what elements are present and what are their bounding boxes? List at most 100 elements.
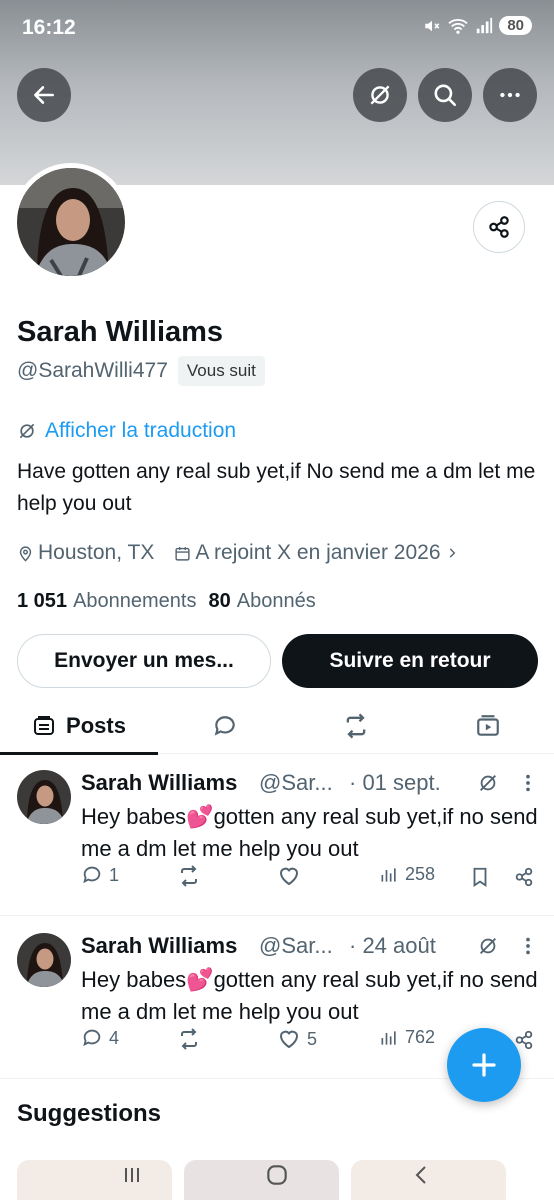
chevron-right-icon — [449, 548, 455, 558]
post-author-name: Sarah Williams — [81, 770, 238, 795]
search-icon — [434, 84, 457, 107]
home-icon[interactable] — [264, 1162, 290, 1188]
reply-icon — [83, 866, 101, 884]
profile-name: Sarah Williams — [17, 316, 224, 348]
followers-label: Abonnés — [236, 590, 316, 612]
profile-avatar[interactable] — [12, 163, 130, 281]
post-actions: 1 258 — [81, 864, 541, 892]
no-translate-icon[interactable] — [477, 935, 499, 957]
translate-link[interactable]: Afficher la traduction — [17, 419, 236, 443]
views-count: 258 — [405, 864, 436, 884]
views-icon — [381, 867, 396, 882]
like-button[interactable]: 5 — [277, 1027, 317, 1051]
status-icons: 80 — [423, 16, 532, 35]
views-button[interactable]: 762 — [379, 1027, 435, 1048]
followers-stat[interactable]: 80 Abonnés — [208, 590, 315, 613]
no-translate-icon — [19, 423, 35, 439]
repost-button[interactable] — [177, 864, 207, 888]
post-author-handle: @Sar... — [259, 770, 333, 795]
posts-tab-icon — [34, 716, 55, 735]
repost-button[interactable] — [177, 1027, 207, 1051]
post-header: Sarah Williams @Sar... · 01 sept. — [81, 770, 541, 800]
views-count: 762 — [405, 1027, 436, 1047]
post-avatar[interactable] — [17, 933, 71, 987]
following-label: Abonnements — [73, 590, 197, 612]
like-button[interactable] — [277, 864, 307, 888]
post-text: Hey babes💕gotten any real sub yet,if no … — [81, 967, 538, 1024]
calendar-icon — [175, 546, 190, 561]
mute-icon — [425, 20, 440, 31]
like-icon — [279, 867, 299, 886]
repost-icon — [181, 865, 197, 887]
no-translate-icon[interactable] — [477, 772, 499, 794]
more-icon — [500, 92, 520, 98]
post-avatar[interactable] — [17, 770, 71, 824]
signal-icon — [477, 17, 493, 33]
handle-row: @SarahWilli477 Vous suit — [17, 356, 265, 386]
reposts-tab-icon — [346, 713, 366, 739]
post-more-icon[interactable] — [521, 935, 535, 957]
views-icon — [381, 1030, 396, 1045]
profile-tabs: Posts — [0, 698, 554, 755]
post-date: · 24 août — [349, 933, 436, 958]
share-profile-button[interactable] — [473, 201, 525, 253]
status-time: 16:12 — [22, 16, 76, 39]
reply-count: 4 — [109, 1027, 120, 1048]
translate-label: Afficher la traduction — [45, 419, 237, 442]
post-author-name: Sarah Williams — [81, 933, 238, 958]
post-author-handle: @Sar... — [259, 933, 333, 958]
share-icon — [489, 216, 509, 238]
status-bar: 16:12 80 — [0, 0, 554, 56]
reply-icon — [83, 1029, 101, 1047]
reply-count: 1 — [109, 864, 120, 885]
wifi-icon — [448, 18, 468, 34]
more-button[interactable] — [483, 68, 537, 122]
views-button[interactable]: 258 — [379, 864, 435, 885]
post-text: Hey babes💕gotten any real sub yet,if no … — [81, 804, 538, 861]
bookmark-icon[interactable] — [469, 866, 491, 888]
post-date: · 01 sept. — [349, 770, 441, 795]
following-count: 1 051 — [17, 590, 68, 612]
follows-you-badge: Vous suit — [177, 356, 265, 386]
back-arrow-icon — [34, 86, 54, 104]
like-icon — [279, 1030, 299, 1049]
send-message-button[interactable]: Envoyer un mes... — [17, 634, 271, 688]
post-header: Sarah Williams @Sar... · 24 août — [81, 933, 541, 963]
follow-back-button[interactable]: Suivre en retour — [282, 634, 538, 688]
profile-meta: Houston, TX A rejoint X en janvier 2026 — [17, 541, 473, 565]
replies-tab-icon — [214, 716, 235, 736]
battery-level: 80 — [499, 16, 532, 35]
avatar-image — [17, 168, 125, 276]
repost-icon — [181, 1028, 197, 1050]
plus-icon — [472, 1053, 496, 1077]
post-more-icon[interactable] — [521, 772, 535, 794]
reply-button[interactable]: 4 — [81, 1027, 119, 1049]
tab-posts-label: Posts — [66, 713, 126, 738]
tab-posts[interactable]: Posts — [0, 698, 158, 755]
location-text: Houston, TX — [38, 541, 155, 564]
location-icon — [19, 545, 32, 562]
no-translate-icon — [370, 85, 390, 105]
search-button[interactable] — [418, 68, 472, 122]
tab-replies[interactable] — [200, 698, 250, 754]
following-stat[interactable]: 1 051 Abonnements — [17, 590, 196, 613]
join-date[interactable]: A rejoint X en janvier 2026 — [174, 541, 458, 565]
suggestions-title: Suggestions — [17, 1100, 162, 1127]
tab-media[interactable] — [463, 698, 513, 754]
share-icon[interactable] — [513, 866, 535, 888]
profile-bio: Have gotten any real sub yet,if No send … — [17, 460, 536, 515]
back-button[interactable] — [17, 68, 71, 122]
compose-button[interactable] — [447, 1028, 521, 1102]
followers-count: 80 — [208, 590, 231, 612]
follow-stats: 1 051 Abonnements 80 Abonnés — [17, 590, 316, 613]
translate-toggle-button[interactable] — [353, 68, 407, 122]
tab-reposts[interactable] — [331, 698, 381, 754]
profile-handle: @SarahWilli477 — [17, 359, 168, 382]
reply-button[interactable]: 1 — [81, 864, 119, 886]
back-nav-icon[interactable] — [410, 1163, 434, 1187]
system-nav-bar — [0, 1150, 554, 1200]
like-count: 5 — [307, 1028, 318, 1049]
post-item[interactable]: Sarah Williams @Sar... · 01 sept. Hey ba… — [0, 754, 554, 916]
join-date-text: A rejoint X en janvier 2026 — [195, 541, 441, 564]
recent-apps-icon[interactable] — [120, 1163, 144, 1187]
